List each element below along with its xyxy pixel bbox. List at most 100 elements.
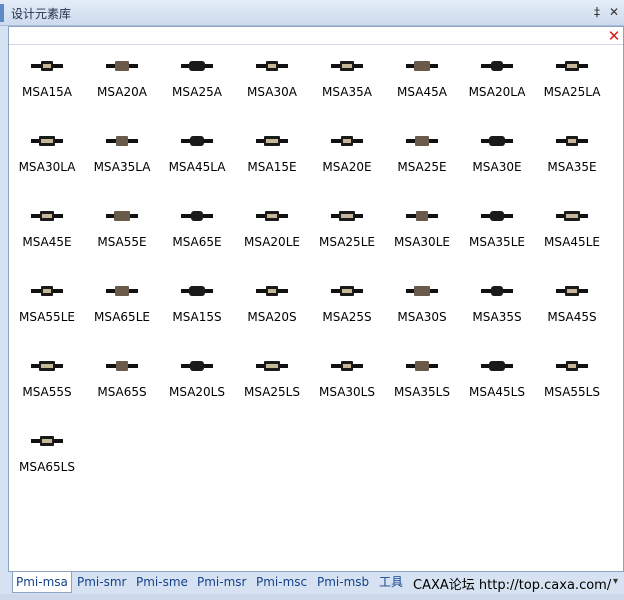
element-label: MSA55LS (544, 385, 600, 399)
element-item[interactable]: MSA20E (309, 130, 385, 190)
element-label: MSA45LA (168, 160, 226, 174)
linear-guide-icon (556, 136, 588, 146)
linear-guide-icon (181, 211, 213, 221)
element-label: MSA30LE (394, 235, 450, 249)
element-item[interactable]: MSA30A (234, 55, 310, 115)
linear-guide-icon (106, 61, 138, 71)
linear-guide-icon (106, 286, 138, 296)
element-item[interactable]: MSA65LS (9, 430, 85, 490)
element-label: MSA35LA (93, 160, 151, 174)
tab-pmi-msc[interactable]: Pmi-msc (253, 572, 310, 592)
linear-guide-icon (106, 136, 138, 146)
element-label: MSA15A (22, 85, 72, 99)
element-item[interactable]: MSA15E (234, 130, 310, 190)
linear-guide-icon (481, 361, 513, 371)
element-item[interactable]: MSA65E (159, 205, 235, 265)
linear-guide-icon (331, 211, 363, 221)
element-item[interactable]: MSA35A (309, 55, 385, 115)
element-label: MSA30LA (18, 160, 76, 174)
element-label: MSA65E (172, 235, 222, 249)
element-item[interactable]: MSA35LE (459, 205, 535, 265)
element-label: MSA20E (322, 160, 372, 174)
element-item[interactable]: MSA30LE (384, 205, 460, 265)
linear-guide-icon (256, 61, 288, 71)
linear-guide-icon (406, 361, 438, 371)
element-item[interactable]: MSA20LS (159, 355, 235, 415)
tab-pmi-msr[interactable]: Pmi-msr (194, 572, 249, 592)
linear-guide-icon (31, 436, 63, 446)
element-item[interactable]: MSA20LE (234, 205, 310, 265)
element-item[interactable]: MSA45LA (159, 130, 235, 190)
element-item[interactable]: MSA45LE (534, 205, 610, 265)
element-item[interactable]: MSA35E (534, 130, 610, 190)
tab-pmi-msb[interactable]: Pmi-msb (314, 572, 372, 592)
element-item[interactable]: MSA15S (159, 280, 235, 340)
linear-guide-icon (181, 61, 213, 71)
element-item[interactable]: MSA35LS (384, 355, 460, 415)
element-label: MSA65S (97, 385, 147, 399)
element-item[interactable]: MSA20S (234, 280, 310, 340)
linear-guide-icon (256, 286, 288, 296)
element-item[interactable]: MSA20A (84, 55, 160, 115)
linear-guide-icon (31, 136, 63, 146)
tab--[interactable]: 工具 (376, 572, 406, 592)
linear-guide-icon (181, 136, 213, 146)
element-item[interactable]: MSA30LA (9, 130, 85, 190)
watermark-text: CAXA论坛 http://top.caxa.com/ (413, 578, 612, 593)
element-item[interactable]: MSA65S (84, 355, 160, 415)
element-item[interactable]: MSA15A (9, 55, 85, 115)
linear-guide-icon (556, 361, 588, 371)
element-label: MSA20LS (169, 385, 225, 399)
linear-guide-icon (406, 136, 438, 146)
element-label: MSA20LE (244, 235, 300, 249)
close-icon[interactable]: ✕ (607, 4, 621, 20)
linear-guide-icon (31, 286, 63, 296)
element-item[interactable]: MSA55LS (534, 355, 610, 415)
tab-pmi-msa[interactable]: Pmi-msa (12, 572, 72, 593)
element-item[interactable]: MSA30LS (309, 355, 385, 415)
element-item[interactable]: MSA30S (384, 280, 460, 340)
linear-guide-icon (31, 211, 63, 221)
element-item[interactable]: MSA25A (159, 55, 235, 115)
linear-guide-icon (481, 136, 513, 146)
element-item[interactable]: MSA35LA (84, 130, 160, 190)
element-label: MSA35LS (394, 385, 450, 399)
pin-icon[interactable]: ‡ (590, 4, 604, 20)
element-item[interactable]: MSA25E (384, 130, 460, 190)
element-item[interactable]: MSA20LA (459, 55, 535, 115)
element-label: MSA25LS (244, 385, 300, 399)
element-item[interactable]: MSA45LS (459, 355, 535, 415)
element-item[interactable]: MSA25S (309, 280, 385, 340)
element-item[interactable]: MSA45A (384, 55, 460, 115)
element-label: MSA25LE (319, 235, 375, 249)
element-item[interactable]: MSA55S (9, 355, 85, 415)
linear-guide-icon (181, 286, 213, 296)
linear-guide-icon (406, 61, 438, 71)
element-item[interactable]: MSA30E (459, 130, 535, 190)
element-item[interactable]: MSA45S (534, 280, 610, 340)
element-item[interactable]: MSA45E (9, 205, 85, 265)
element-item[interactable]: MSA25LS (234, 355, 310, 415)
element-label: MSA20A (97, 85, 147, 99)
element-label: MSA30E (472, 160, 522, 174)
tab-pmi-smr[interactable]: Pmi-smr (74, 572, 129, 592)
element-label: MSA35A (322, 85, 372, 99)
linear-guide-icon (406, 211, 438, 221)
tab-pmi-sme[interactable]: Pmi-sme (133, 572, 191, 592)
element-item[interactable]: MSA55LE (9, 280, 85, 340)
tab-overflow-icon[interactable]: ▾ (613, 576, 618, 587)
element-label: MSA35E (547, 160, 597, 174)
element-item[interactable]: MSA65LE (84, 280, 160, 340)
element-item[interactable]: MSA55E (84, 205, 160, 265)
element-label: MSA25S (322, 310, 372, 324)
element-label: MSA25A (172, 85, 222, 99)
element-item[interactable]: MSA35S (459, 280, 535, 340)
element-item[interactable]: MSA25LA (534, 55, 610, 115)
linear-guide-icon (556, 286, 588, 296)
element-library-panel: ✕ MSA15A MSA20A MSA25A MSA30A MSA35A MSA45A MS… (8, 26, 624, 572)
element-label: MSA65LS (19, 460, 75, 474)
linear-guide-icon (106, 211, 138, 221)
linear-guide-icon (256, 211, 288, 221)
element-item[interactable]: MSA25LE (309, 205, 385, 265)
panel-close-icon[interactable]: ✕ (607, 29, 621, 44)
